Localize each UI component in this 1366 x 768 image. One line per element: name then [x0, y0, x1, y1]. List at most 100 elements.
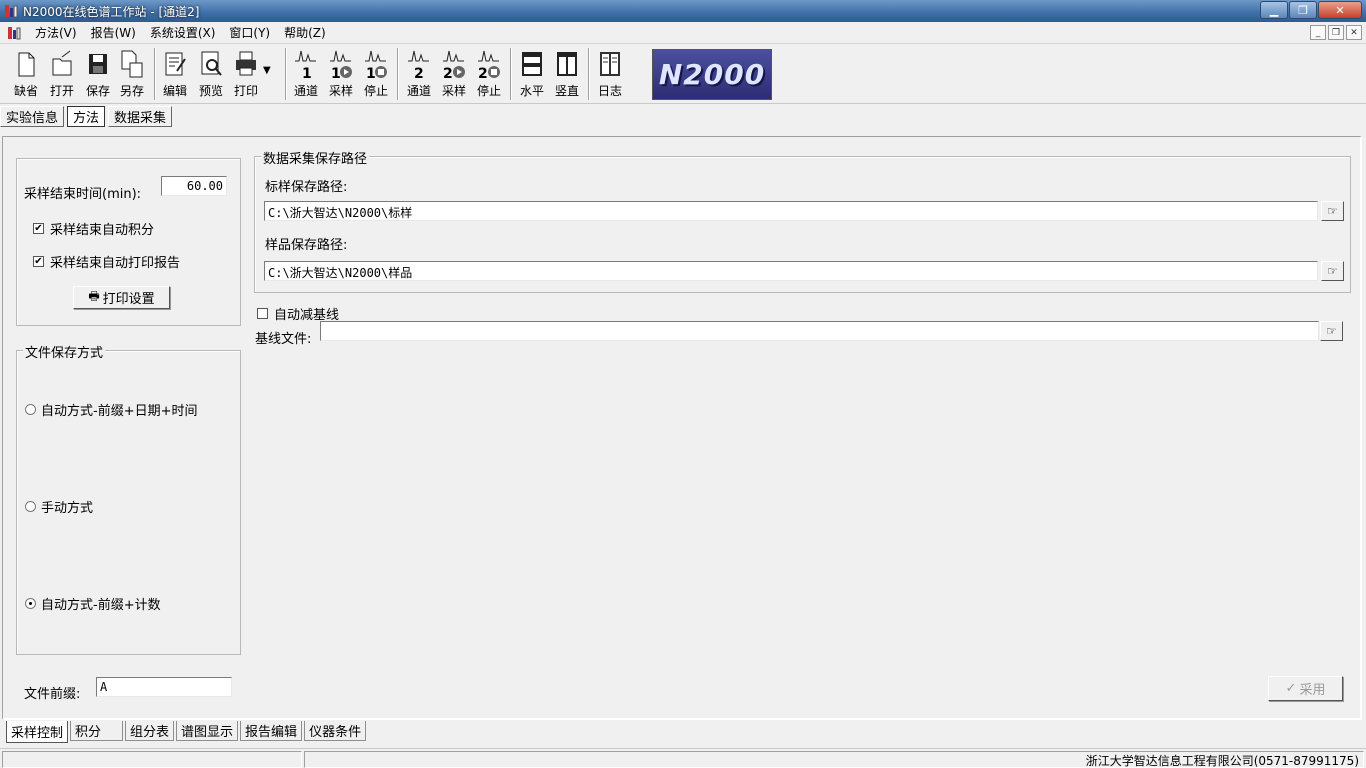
close-button[interactable]: ✕ [1318, 1, 1362, 19]
toolbar-separator [285, 48, 287, 100]
baseline-file-input[interactable] [320, 321, 1319, 341]
radio-auto-date-time-label: 自动方式-前缀+日期+时间 [41, 404, 198, 419]
svg-text:2: 2 [443, 66, 453, 81]
file-save-mode-group: 文件保存方式 自动方式-前缀+日期+时间 手动方式 自动方式-前缀+计数 [16, 342, 241, 655]
menu-report[interactable]: 报告(W) [84, 24, 143, 41]
tab-chromatogram-display[interactable]: 谱图显示 [176, 721, 239, 741]
tab-experiment-info[interactable]: 实验信息 [0, 106, 65, 127]
standard-path-input[interactable]: C:\浙大智达\N2000\标样 [264, 201, 1318, 221]
print-setup-label: 打印设置 [102, 292, 155, 307]
menu-bar: 方法(V) 报告(W) 系统设置(X) 窗口(Y) 帮助(Z) _ ❐ ✕ [0, 22, 1366, 44]
end-time-input[interactable]: 60.00 [161, 176, 227, 196]
document-flask-icon[interactable] [6, 25, 22, 41]
radio-unselected-icon [25, 501, 36, 512]
radio-auto-date-time[interactable]: 自动方式-前缀+日期+时间 [25, 400, 197, 419]
sample-path-label: 样品保存路径: [265, 238, 348, 253]
sampling-options-group: 采样结束时间(min): 60.00 ✔ 采样结束自动积分 ✔ 采样结束自动打印… [16, 158, 241, 326]
preview-button[interactable]: 预览 [197, 47, 225, 102]
save-as-icon [121, 50, 143, 78]
horizontal-split-icon [522, 52, 542, 76]
logo-text: N2000 [658, 58, 766, 91]
menu-method[interactable]: 方法(V) [28, 24, 84, 41]
menu-help[interactable]: 帮助(Z) [277, 24, 333, 41]
print-button[interactable]: 打印 [232, 47, 260, 102]
restore-icon: ❐ [1298, 3, 1308, 17]
toolbar: 缺省 打开 保存 另存 编辑 预览 打印 ▼ 1 通道 1 采样 1 停止 2 [0, 45, 1366, 104]
auto-integrate-checkbox[interactable]: ✔ 采样结束自动积分 [33, 219, 154, 238]
status-company: 浙江大学智达信息工程有限公司(0571-87991175) [304, 751, 1364, 768]
channel1-chromatogram-icon: 1 [295, 50, 316, 81]
window-title: N2000在线色谱工作站 - [通道2] [23, 4, 200, 19]
log-button[interactable]: 日志 [596, 47, 624, 102]
open-button[interactable]: 打开 [48, 47, 76, 102]
minimize-button[interactable]: ▁ [1260, 1, 1288, 19]
channel1-sample-button[interactable]: 1 采样 [327, 47, 355, 102]
sampling-control-panel: 采样结束时间(min): 60.00 ✔ 采样结束自动积分 ✔ 采样结束自动打印… [2, 136, 1362, 720]
minimize-icon: ▁ [1269, 3, 1279, 17]
close-icon: ✕ [1350, 27, 1358, 38]
menu-window[interactable]: 窗口(Y) [222, 24, 277, 41]
print-dropdown-button[interactable]: ▼ [263, 65, 271, 120]
sample-path-input[interactable]: C:\浙大智达\N2000\样品 [264, 261, 1318, 281]
radio-auto-count-label: 自动方式-前缀+计数 [41, 598, 161, 613]
apply-button[interactable]: ✓ 采用 [1268, 676, 1343, 701]
channel2-stop-icon: 2 [478, 50, 500, 81]
n2000-logo: N2000 [652, 49, 772, 100]
radio-manual-label: 手动方式 [41, 501, 94, 516]
data-save-path-title: 数据采集保存路径 [261, 148, 370, 167]
svg-text:2: 2 [414, 66, 424, 81]
mdi-close-button[interactable]: ✕ [1346, 25, 1362, 40]
new-button[interactable]: 缺省 [12, 47, 40, 102]
tab-method[interactable]: 方法 [67, 106, 106, 127]
new-document-icon [18, 52, 35, 77]
channel2-stop-button[interactable]: 2 停止 [475, 47, 503, 102]
horizontal-layout-button[interactable]: 水平 [518, 47, 546, 102]
checkbox-unchecked-icon [257, 308, 268, 319]
pointing-hand-icon: ☞ [1326, 324, 1337, 338]
mdi-minimize-button[interactable]: _ [1310, 25, 1326, 40]
channel1-start-icon: 1 [330, 50, 352, 81]
menu-system-settings[interactable]: 系统设置(X) [143, 24, 223, 41]
radio-auto-count[interactable]: 自动方式-前缀+计数 [25, 594, 161, 613]
baseline-file-browse-button[interactable]: ☞ [1320, 321, 1343, 341]
toolbar-separator [588, 48, 590, 100]
bottom-tab-strip: 采样控制 积分 组分表 谱图显示 报告编辑 仪器条件 [6, 721, 368, 743]
floppy-disk-icon [89, 54, 107, 74]
save-button[interactable]: 保存 [84, 47, 112, 102]
standard-path-label: 标样保存路径: [265, 180, 348, 195]
standard-path-browse-button[interactable]: ☞ [1321, 201, 1344, 221]
print-setup-button[interactable]: 🖶 打印设置 [73, 286, 170, 309]
end-time-label: 采样结束时间(min): [24, 187, 142, 202]
top-tab-strip: 实验信息 方法 数据采集 [0, 106, 175, 128]
tab-report-editing[interactable]: 报告编辑 [240, 721, 303, 741]
svg-text:1: 1 [366, 66, 376, 81]
tab-data-acquisition[interactable]: 数据采集 [108, 106, 173, 127]
channel1-stop-button[interactable]: 1 停止 [362, 47, 390, 102]
save-as-button[interactable]: 另存 [118, 47, 146, 102]
vertical-split-icon [557, 52, 577, 76]
tab-instrument-conditions[interactable]: 仪器条件 [304, 721, 367, 741]
radio-manual[interactable]: 手动方式 [25, 497, 93, 516]
toolbar-separator [397, 48, 399, 100]
channel2-sample-button[interactable]: 2 采样 [440, 47, 468, 102]
toolbar-separator [510, 48, 512, 100]
mdi-restore-button[interactable]: ❐ [1328, 25, 1344, 40]
maximize-button[interactable]: ❐ [1289, 1, 1317, 19]
file-prefix-input[interactable]: A [96, 677, 232, 697]
open-folder-icon [52, 50, 72, 76]
status-bar: 浙江大学智达信息工程有限公司(0571-87991175) [0, 748, 1366, 768]
radio-unselected-icon [25, 404, 36, 415]
channel2-button[interactable]: 2 通道 [405, 47, 433, 102]
baseline-file-label: 基线文件: [255, 332, 312, 347]
sample-path-browse-button[interactable]: ☞ [1321, 261, 1344, 281]
printer-icon: 🖶 [88, 289, 100, 303]
channel1-button[interactable]: 1 通道 [292, 47, 320, 102]
vertical-layout-button[interactable]: 竖直 [553, 47, 581, 102]
tab-integration[interactable]: 积分 [70, 721, 124, 741]
caret-down-icon: ▼ [263, 65, 271, 76]
tab-sampling-control[interactable]: 采样控制 [6, 721, 69, 743]
tab-component-table[interactable]: 组分表 [125, 721, 175, 741]
edit-button[interactable]: 编辑 [161, 47, 189, 102]
channel2-start-icon: 2 [443, 50, 465, 81]
auto-print-checkbox[interactable]: ✔ 采样结束自动打印报告 [33, 252, 180, 271]
